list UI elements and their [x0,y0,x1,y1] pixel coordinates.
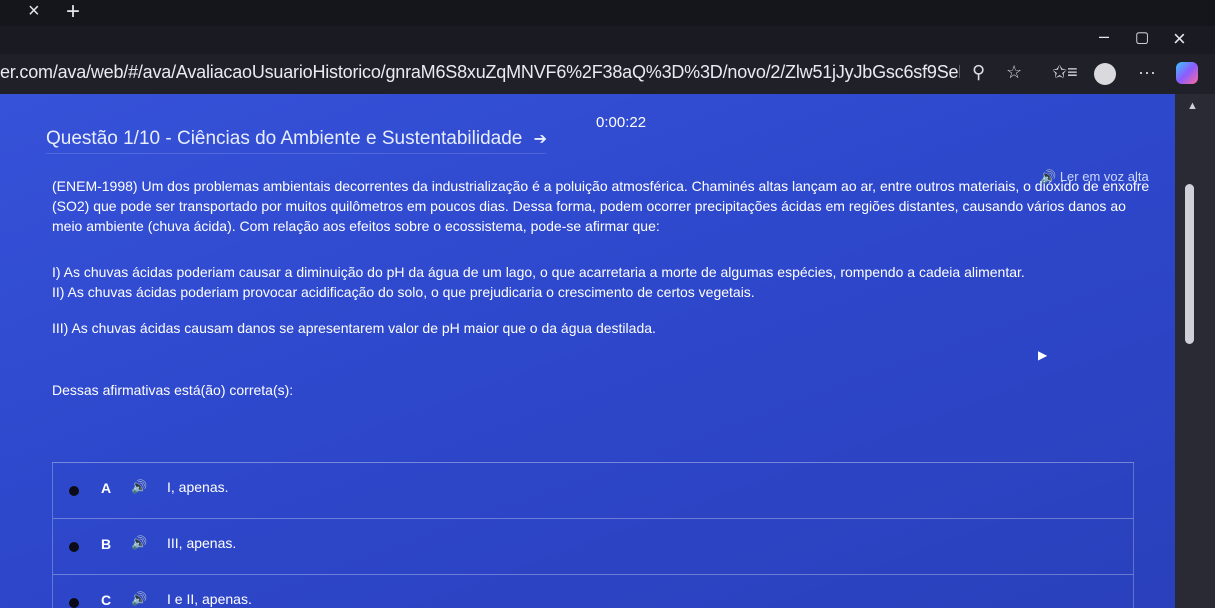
profile-avatar-icon[interactable] [1094,63,1116,85]
option-letter: A [101,480,112,496]
option-text: I e II, apenas. [167,591,252,607]
option-a[interactable]: A 🔊 I, apenas. [52,463,1134,519]
favorite-star-icon[interactable]: ☆ [1006,62,1022,83]
address-bar: er.com/ava/web/#/ava/AvaliacaoUsuarioHis… [0,54,1215,94]
close-window-icon[interactable]: × [1173,26,1186,52]
speaker-icon[interactable]: 🔊 [131,535,147,551]
answer-prompt: Dessas afirmativas está(ão) correta(s): [52,382,294,398]
option-text: I, apenas. [167,479,229,495]
question-title-text: Questão 1/10 - Ciências do Ambiente e Su… [46,128,523,149]
option-text: III, apenas. [167,535,237,551]
radio-button[interactable] [69,598,79,608]
speaker-icon[interactable]: 🔊 [131,591,147,607]
answer-options: A 🔊 I, apenas. B 🔊 III, apenas. C 🔊 I e … [52,462,1134,608]
scroll-up-icon[interactable]: ▲ [1187,100,1198,112]
url-field[interactable]: er.com/ava/web/#/ava/AvaliacaoUsuarioHis… [0,62,960,86]
option-letter: B [101,536,112,552]
maximize-icon[interactable]: ▢ [1135,28,1149,46]
radio-button[interactable] [69,542,79,552]
assessment-page: 0:00:22 Questão 1/10 - Ciências do Ambie… [0,94,1175,608]
mouse-cursor-icon: ▶ [1038,348,1048,362]
option-b[interactable]: B 🔊 III, apenas. [52,519,1134,575]
more-menu-icon[interactable]: ··· [1138,62,1156,83]
affirmation-3: III) As chuvas ácidas causam danos se ap… [52,320,656,336]
option-letter: C [101,592,112,608]
close-tab-icon[interactable]: × [28,0,40,23]
scrollbar[interactable]: ▲ [1175,94,1215,608]
question-title: Questão 1/10 - Ciências do Ambiente e Su… [46,128,547,154]
copilot-icon[interactable] [1176,62,1198,84]
scrollbar-thumb[interactable] [1185,184,1194,344]
option-c[interactable]: C 🔊 I e II, apenas. [52,575,1134,608]
window-controls: – ▢ × [1095,26,1195,52]
affirmation-2: II) As chuvas ácidas poderiam provocar a… [52,284,755,300]
key-icon[interactable]: ⚲ [972,62,985,83]
affirmation-1: I) As chuvas ácidas poderiam causar a di… [52,264,1025,280]
favorites-icon[interactable]: ✩≡ [1052,62,1078,83]
question-statement: (ENEM-1998) Um dos problemas ambientais … [52,178,1150,234]
radio-button[interactable] [69,486,79,496]
speaker-icon[interactable]: 🔊 [131,479,147,495]
new-tab-icon[interactable]: + [66,0,80,26]
timer: 0:00:22 [596,114,647,131]
minimize-icon[interactable]: – [1099,26,1109,47]
tab-bar: × + [0,0,1215,26]
arrow-right-icon[interactable]: ➔ [534,129,547,149]
